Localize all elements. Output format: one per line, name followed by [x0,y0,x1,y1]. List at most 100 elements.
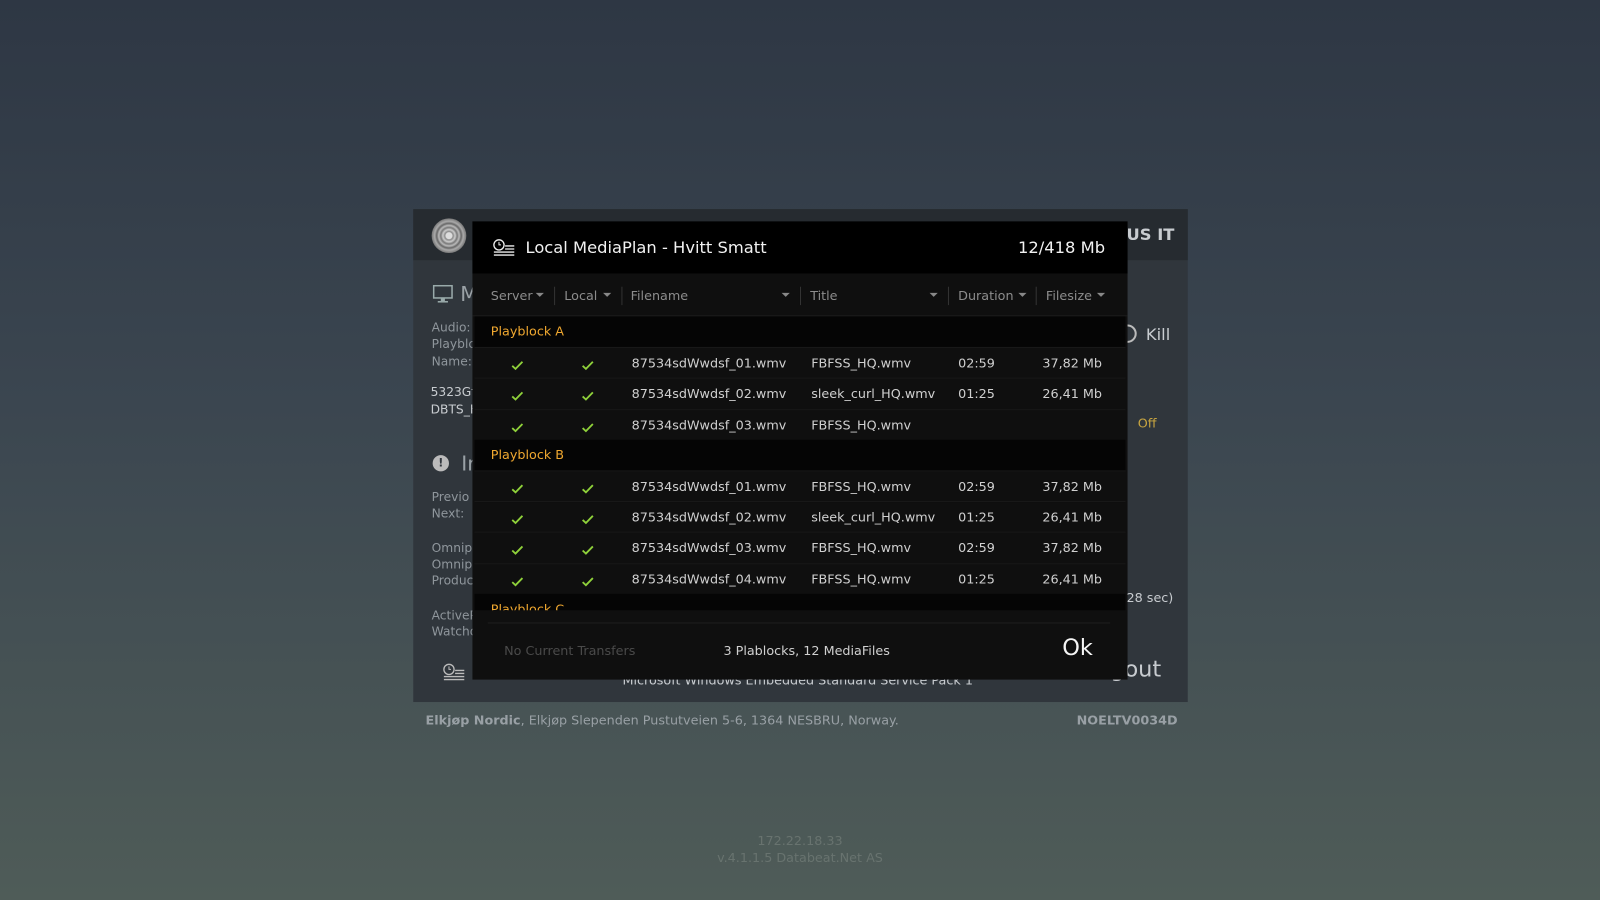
duration: 01:25 [958,386,995,402]
device-id: NOELTV0034D [1076,712,1178,728]
local-check-icon [582,356,594,371]
company-name: Elkjøp Nordic [425,712,521,728]
media-row[interactable]: 87534sdWwdsf_03.wmv FBFSS_HQ.wmv 02:59 37,8… [474,532,1126,564]
storage-size: 12/418 Mb [1018,237,1106,258]
media-row[interactable]: 87534sdWwdsf_02.wmv sleek_curl_HQ.wmv 01:2… [474,377,1126,409]
filesize: 37,82 Mb [1042,540,1103,556]
title: sleek_curl_HQ.wmv [811,386,936,402]
server-check-icon [511,572,524,587]
duration: 01:25 [958,571,995,587]
previous-label: Previo [431,489,470,505]
filename: 87534sdWwdsf_04.wmv [631,571,787,587]
omni-label-2: Omnip [431,557,473,572]
duration: 02:59 [958,540,995,556]
playblock-name: Playblock A [490,323,565,339]
filesize: 37,82 Mb [1042,355,1103,371]
id-value: 5323Gf [430,384,476,399]
local-check-icon [582,541,594,556]
title: FBFSS_HQ.wmv [811,478,912,494]
filename: 87534sdWwdsf_03.wmv [631,416,787,433]
duration: 02:59 [958,478,995,494]
media-list[interactable]: Playblock A 87534sdWwdsf_01.wmv FBFSS_HQ.w… [474,316,1126,611]
timer-text: 28 sec) [1126,589,1174,606]
local-check-icon [582,387,594,402]
column-title[interactable]: Title [810,288,837,303]
address-text: , Elkjøp Slependen Pustutveien 5-6, 1364… [520,712,899,728]
duration: 02:59 [958,355,995,371]
filename: 87534sdWwdsf_02.wmv [631,509,787,525]
kill-button[interactable]: Kill [1146,324,1170,343]
media-row[interactable]: 87534sdWwdsf_01.wmv FBFSS_HQ.wmv 02:59 37,8… [474,470,1126,502]
active-label: ActiveP [431,608,477,623]
filename: 87534sdWwdsf_02.wmv [631,386,787,402]
watchdog-label: Watchd [431,624,478,639]
title: FBFSS_HQ.wmv [811,540,912,556]
title: sleek_curl_HQ.wmv [811,509,936,525]
column-server[interactable]: Server [491,288,533,303]
version-text: v.4.1.1.5 Databeat.Net AS [717,849,883,866]
duration: 01:25 [958,509,995,525]
footer-divider [487,622,1111,624]
filename: 87534sdWwdsf_03.wmv [631,540,787,556]
summary-text: 3 Plablocks, 12 MediaFiles [723,642,890,659]
server-check-icon [511,387,524,402]
omni-label: Omnip [431,540,473,556]
server-check-icon [511,418,524,432]
footer-address: Elkjøp Nordic, Elkjøp Slependen Pustutve… [426,712,899,727]
next-label: Next: [431,506,465,521]
server-check-icon [511,510,524,525]
playblock-name: Playblock B [490,446,565,463]
filesize: 26,41 Mb [1042,571,1103,587]
mediaplan-icon[interactable] [443,663,465,681]
dialog-titlebar: Local MediaPlan - Hvitt Smatt 12/418 Mb [472,221,1128,274]
title: FBFSS_HQ.wmv [811,355,912,371]
transfer-status: No Current Transfers [504,642,636,659]
column-filesize[interactable]: Filesize [1046,288,1092,303]
ip-address: 172.22.18.33 [757,832,843,848]
filesize: 26,41 Mb [1042,386,1103,402]
server-check-icon [511,479,524,494]
header-title-fragment: US IT [1126,224,1175,244]
playblock-name: Playblock C [490,601,565,611]
filesize: 37,82 Mb [1042,478,1103,494]
title: FBFSS_HQ.wmv [811,416,912,433]
local-check-icon [582,479,594,494]
sort-caret-icon[interactable] [929,292,938,297]
filename: 87534sdWwdsf_01.wmv [631,355,787,371]
media-row[interactable]: 87534sdWwdsf_03.wmv FBFSS_HQ.wmv [474,408,1126,440]
server-check-icon [511,541,524,556]
sort-caret-icon[interactable] [603,292,612,297]
column-local[interactable]: Local [564,288,597,303]
title: FBFSS_HQ.wmv [811,571,912,587]
dialog-title: Local MediaPlan - Hvitt Smatt [525,237,767,258]
column-duration[interactable]: Duration [958,288,1013,303]
column-filename[interactable]: Filename [631,288,689,303]
media-row[interactable]: 87534sdWwdsf_01.wmv FBFSS_HQ.wmv 02:59 37,8… [474,346,1126,378]
playblock-group-header: Playblock A [474,316,1126,347]
local-check-icon [582,572,594,587]
info-icon: ! [432,455,449,472]
sort-caret-icon[interactable] [1096,292,1106,297]
audio-label: Audio: [431,320,471,335]
mediaplan-icon [493,239,515,256]
ok-button[interactable]: Ok [1062,636,1093,662]
filesize: 26,41 Mb [1042,509,1103,525]
column-header-row: Server Local Filename Title Duration Fil… [472,276,1128,317]
sort-caret-icon[interactable] [1018,292,1027,297]
fingerprint-logo [431,218,467,254]
sort-caret-icon[interactable] [781,292,790,297]
server-check-icon [511,356,524,371]
sort-caret-icon[interactable] [535,292,544,297]
local-check-icon [582,510,594,525]
media-row[interactable]: 87534sdWwdsf_02.wmv sleek_curl_HQ.wmv 01:2… [474,501,1126,533]
playblock-label: Playblc [431,336,476,352]
name-label: Name: [431,354,472,369]
playblock-group-header: Playblock C [474,593,1126,611]
mediaplan-dialog: Local MediaPlan - Hvitt Smatt 12/418 Mb … [472,221,1128,680]
monitor-icon [432,284,453,303]
media-row[interactable]: 87534sdWwdsf_04.wmv FBFSS_HQ.wmv 01:25 26,4… [474,563,1126,594]
local-check-icon [582,418,594,432]
filename: 87534sdWwdsf_01.wmv [631,478,787,494]
playblock-group-header: Playblock B [474,439,1126,471]
product-label: Produc [431,573,474,588]
